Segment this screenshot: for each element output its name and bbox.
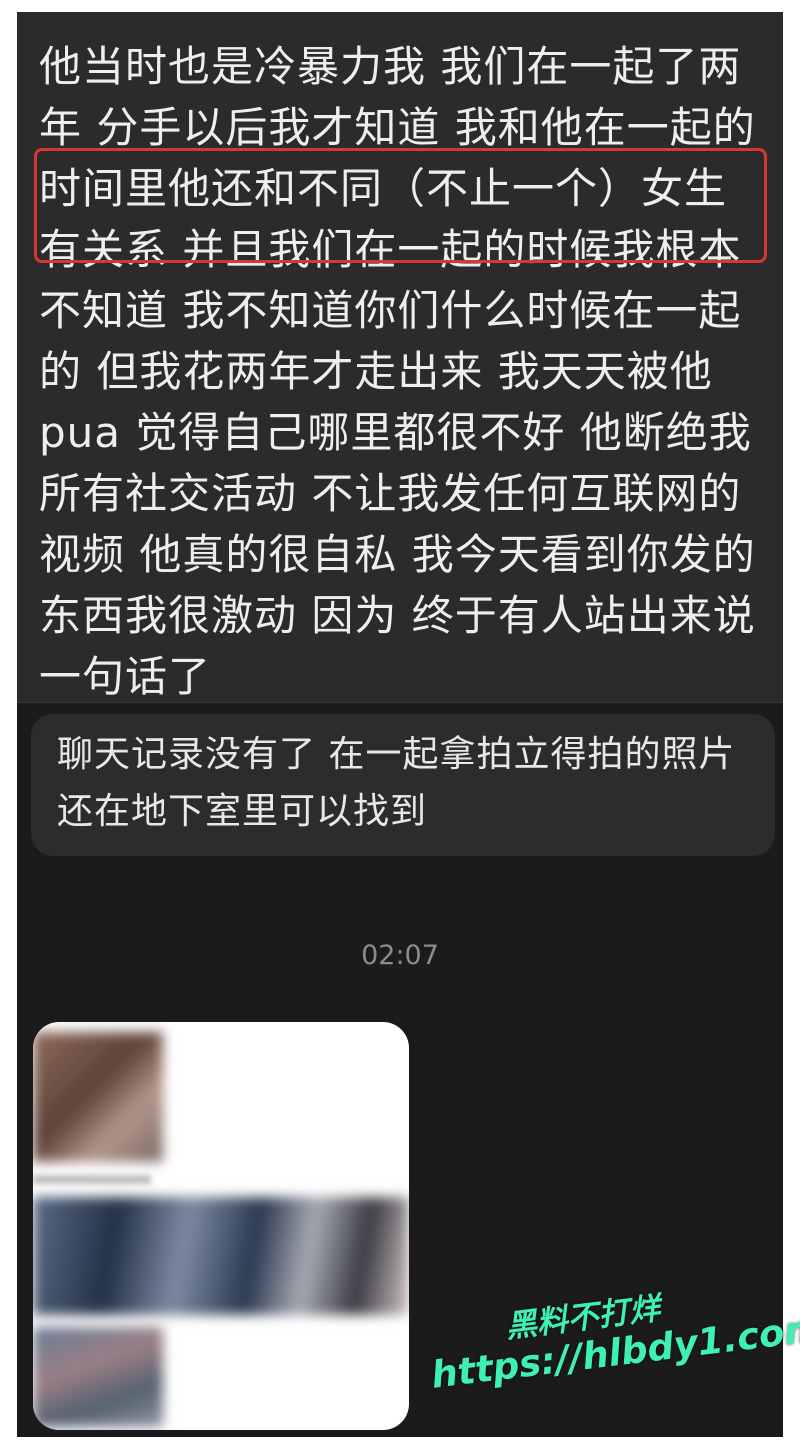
blurred-photo [33,1032,163,1162]
message-text: 他当时也是冷暴力我 我们在一起了两年 分手以后我才知道 我和他在一起的时间里他还… [39,42,756,701]
message-bubble-received[interactable]: 他当时也是冷暴力我 我们在一起了两年 分手以后我才知道 我和他在一起的时间里他还… [17,12,783,702]
blurred-caption [33,1175,151,1184]
highlight-annotation-box [34,148,767,263]
chat-screen: 他当时也是冷暴力我 我们在一起了两年 分手以后我才知道 我和他在一起的时间里他还… [17,12,783,1437]
image-message-attachment[interactable] [33,1022,409,1430]
divider [17,702,783,703]
blurred-photo [33,1197,409,1315]
message-text: 聊天记录没有了 在一起拿拍立得拍的照片还在地下室里可以找到 [57,734,736,832]
blurred-photo [33,1327,163,1427]
message-timestamp: 02:07 [361,940,439,971]
message-bubble-received[interactable]: 聊天记录没有了 在一起拿拍立得拍的照片还在地下室里可以找到 [31,714,775,856]
